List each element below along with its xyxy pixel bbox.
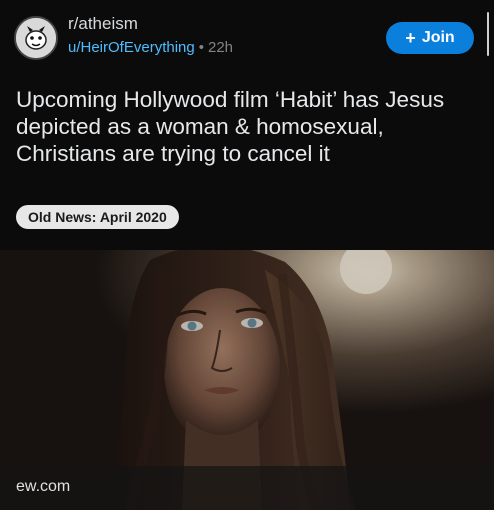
post-title[interactable]: Upcoming Hollywood film ‘Habit’ has Jesu… (16, 86, 486, 167)
join-button[interactable]: + Join (386, 22, 474, 54)
avatar-graphic (16, 18, 56, 58)
post-age: 22h (207, 39, 234, 56)
plus-icon: + (405, 28, 416, 48)
post-header: r/atheism u/HeirOfEverything • 22h + Join (0, 0, 494, 74)
post-flair[interactable]: Old News: April 2020 (16, 205, 179, 229)
post-thumbnail-image[interactable]: ew.com (0, 250, 494, 510)
author-link[interactable]: u/HeirOfEverything (68, 39, 195, 56)
meta-separator: • (198, 39, 204, 56)
link-domain[interactable]: ew.com (16, 478, 70, 496)
scroll-indicator (487, 12, 489, 56)
join-label: Join (421, 29, 455, 46)
subreddit-name[interactable]: r/atheism (68, 14, 138, 34)
link-bar[interactable]: ew.com (0, 466, 494, 510)
post-meta: u/HeirOfEverything • 22h (68, 39, 233, 56)
subreddit-avatar-icon[interactable] (14, 16, 58, 60)
reddit-post-card[interactable]: r/atheism u/HeirOfEverything • 22h + Join … (0, 0, 494, 510)
